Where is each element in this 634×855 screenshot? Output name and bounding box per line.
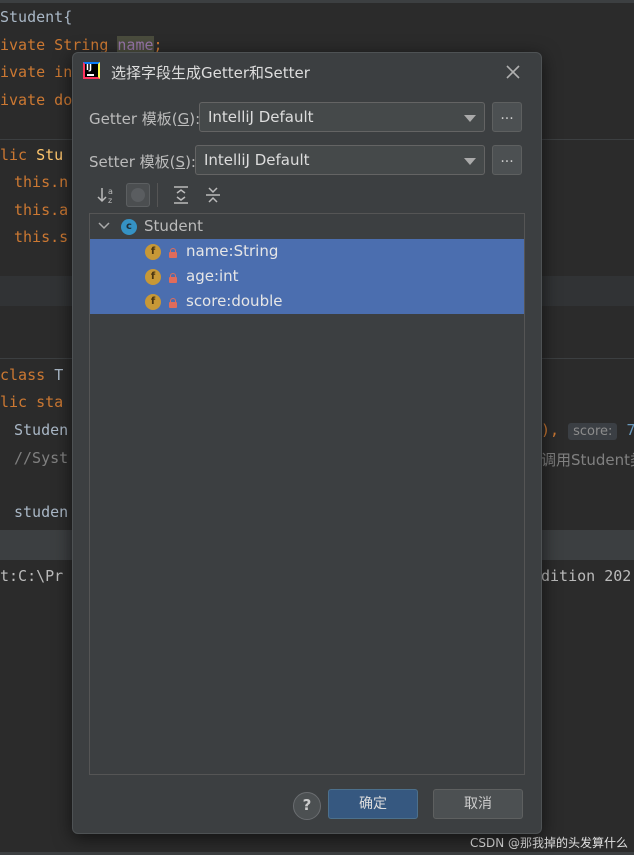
code-text: class [0,366,55,384]
getter-more-button[interactable]: ... [492,102,522,132]
lock-icon [169,273,177,283]
code-line: this.n [14,173,69,191]
setter-template-select[interactable]: IntelliJ Default [195,145,485,175]
help-button[interactable]: ? [293,792,321,820]
setter-more-button[interactable]: ... [492,145,522,175]
console-line: t:C:\Pr [0,567,64,585]
close-button[interactable] [501,60,525,84]
lock-icon [169,248,177,258]
circle-icon [131,188,145,202]
label-text: Getter 模板( [89,110,178,128]
tree-row-class[interactable]: c Student [90,214,524,239]
lock-icon [169,298,177,308]
code-line: lic sta [0,393,64,411]
chevron-down-icon [464,158,476,165]
sort-alpha-icon: a z [97,187,113,205]
svg-text:a: a [108,187,113,196]
code-number: 78 [626,421,634,439]
code-line: studen [14,503,69,521]
label-text: Setter 模板( [89,153,176,171]
tree-row-field[interactable]: f score:double [90,289,524,314]
code-line: //Syst [14,449,69,467]
code-line: Studen [14,421,69,439]
code-line: ivate in [0,63,73,81]
tree-field-label: score:double [186,292,283,310]
class-icon: c [121,219,137,235]
intellij-icon-bar [87,74,94,76]
intellij-icon-glyph: IJ [86,63,92,72]
code-line: class T [0,366,63,384]
cancel-button[interactable]: 取消 [433,789,523,819]
console-line: dition 202 [541,567,632,585]
getter-template-select[interactable]: IntelliJ Default [199,102,485,132]
field-icon: f [145,294,161,310]
ok-button[interactable]: 确定 [328,789,418,819]
code-line: 调用Student类 [541,451,634,469]
getter-template-label: Getter 模板(G): [89,108,200,129]
dialog-title-bar[interactable]: IJ 选择字段生成Getter和Setter [73,53,541,93]
code-text: Stu [36,146,64,164]
code-text: lic [0,146,37,164]
tree-field-label: name:String [186,242,279,260]
setter-template-label: Setter 模板(S): [89,151,196,172]
show-inherited-button[interactable] [126,183,150,207]
parameter-hint: score: [568,423,618,440]
code-line: ), score: 78 [541,421,634,440]
toolbar-separator [157,183,158,207]
label-mnemonic: S [175,153,186,171]
chevron-down-icon[interactable] [98,221,110,231]
tree-field-label: age:int [186,267,239,285]
close-icon [506,65,520,79]
select-value: IntelliJ Default [204,151,310,169]
label-mnemonic: G [177,110,190,128]
tree-row-field[interactable]: f age:int [90,264,524,289]
sort-alphabetically-button[interactable]: a z [95,183,119,207]
chevron-down-icon [464,115,476,122]
code-text: ), [541,421,560,439]
generate-getter-setter-dialog: IJ 选择字段生成Getter和Setter Getter 模板(G): Int… [72,52,542,834]
code-line: this.a [14,201,69,219]
collapse-all-icon [206,187,220,203]
field-icon: f [145,244,161,260]
dialog-title: 选择字段生成Getter和Setter [111,64,310,82]
code-text: Student{ [0,8,73,26]
expand-all-button[interactable] [169,183,193,207]
code-line: this.s [14,228,69,246]
tree-row-field[interactable]: f name:String [90,239,524,264]
code-text: T [54,366,64,384]
intellij-icon: IJ [83,62,100,79]
fields-tree[interactable]: c Student f name:String f age:int f scor… [89,213,525,775]
tree-class-label: Student [144,217,204,235]
field-icon: f [145,269,161,285]
svg-text:z: z [108,196,112,205]
collapse-all-button[interactable] [201,183,225,207]
code-line: Student{ [0,8,72,26]
select-value: IntelliJ Default [208,108,314,126]
watermark: CSDN @那我掉的头发算什么 [469,836,628,850]
editor-top-border [0,0,634,3]
expand-all-icon [174,186,188,204]
code-line: lic Stu [0,146,63,164]
code-line: ivate do [0,91,73,109]
